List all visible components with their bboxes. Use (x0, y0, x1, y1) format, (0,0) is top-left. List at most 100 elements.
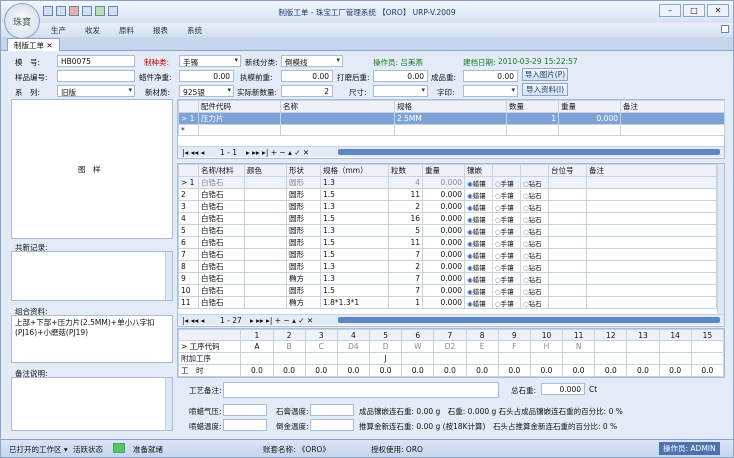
stone-cell[interactable]: 7 (388, 284, 423, 297)
casting-temp-field[interactable] (310, 419, 354, 431)
stone-cell[interactable]: 0.000 (422, 224, 465, 237)
empty-cell[interactable] (548, 236, 587, 249)
stone-cell[interactable]: 0.000 (422, 248, 465, 261)
stone-cell[interactable]: 0.000 (422, 272, 465, 285)
next-page-icon[interactable]: ▸ ▸▸ ▸| + − ▴ ✓ ✕ (246, 148, 309, 157)
stone-cell[interactable]: 5 (388, 224, 423, 237)
stone-cell[interactable]: 圆形 (286, 248, 321, 261)
menu-system[interactable]: 系统 (187, 25, 202, 36)
process-cell[interactable]: 0.0 (690, 364, 725, 377)
stone-cell[interactable]: 1.3 (320, 200, 389, 213)
process-cell[interactable] (626, 340, 660, 353)
empty-cell[interactable] (586, 260, 717, 273)
notes-box[interactable] (11, 377, 173, 431)
stone-cell[interactable]: 0.000 (422, 296, 465, 309)
image-panel[interactable]: 图 样 (11, 99, 173, 239)
process-row-label[interactable]: 工 时 (177, 364, 242, 377)
process-cell[interactable]: 0.0 (369, 364, 403, 377)
stone-cell[interactable]: 6 (178, 236, 199, 249)
sample-number-field[interactable] (57, 70, 135, 82)
inlay-radio[interactable]: ◉蜡镶 (464, 200, 493, 213)
process-cell[interactable] (658, 352, 692, 365)
combo-text-box[interactable]: 上部+下部+压力片(2.5MM)+单小八字扣(PJ16)+小磨菇(PJ19) (11, 315, 173, 363)
empty-cell[interactable] (586, 248, 717, 261)
inlay-radio[interactable]: ○钻石 (520, 224, 549, 237)
process-cell[interactable] (401, 352, 435, 365)
process-cell[interactable]: J (369, 352, 403, 365)
wax-temp-field[interactable] (223, 419, 267, 431)
stone-cell[interactable]: 白锆石 (198, 212, 245, 225)
process-cell[interactable] (690, 340, 725, 353)
empty-cell[interactable] (548, 188, 587, 201)
wax-weight-field[interactable]: 0.00 (179, 70, 234, 82)
stone-cell[interactable]: 7 (178, 248, 199, 261)
empty-cell[interactable] (548, 200, 587, 213)
empty-cell[interactable] (548, 212, 587, 225)
plaster-temp-field[interactable] (310, 404, 354, 416)
process-cell[interactable] (304, 352, 338, 365)
stone-cell[interactable]: 圆形 (286, 260, 321, 273)
empty-cell[interactable] (198, 124, 281, 136)
process-row[interactable]: 附加工序 J (177, 352, 725, 365)
inlay-radio[interactable]: ○钻石 (520, 284, 549, 297)
stone-cell[interactable]: 0.000 (422, 200, 465, 213)
table-row[interactable]: 6 白锆石 圆形 1.5 11 0.000 ◉蜡镶 ○手镶 ○钻石 (178, 236, 717, 249)
stone-cell[interactable]: 椭方 (286, 296, 321, 309)
table-row[interactable]: 8 白锆石 圆形 1.3 2 0.000 ◉蜡镶 ○手镶 ○钻石 (178, 260, 717, 273)
process-cell[interactable]: D4 (336, 340, 371, 353)
import-image-button[interactable]: 导入图片(P) (522, 68, 568, 81)
process-cell[interactable] (240, 352, 274, 365)
tab-zhiban[interactable]: 制版工单 ✕ (7, 38, 60, 51)
process-cell[interactable]: E (465, 340, 499, 353)
inlay-radio[interactable]: ◉蜡镶 (464, 224, 493, 237)
process-cell[interactable]: A (240, 340, 274, 353)
stone-cell[interactable] (244, 224, 287, 237)
parts-cell[interactable] (620, 112, 725, 125)
process-cell[interactable] (272, 352, 306, 365)
process-cell[interactable]: 0.0 (594, 364, 628, 377)
menu-material[interactable]: 原料 (119, 25, 134, 36)
empty-cell[interactable] (548, 272, 587, 285)
stones-hscroll[interactable] (338, 317, 720, 323)
stone-cell[interactable]: 1.8*1.3*1 (320, 296, 389, 309)
inlay-radio[interactable]: ◉蜡镶 (464, 296, 493, 309)
stone-cell[interactable]: 1.3 (320, 272, 389, 285)
help-icon[interactable] (721, 25, 729, 33)
process-cell[interactable]: 0.0 (401, 364, 435, 377)
empty-cell[interactable] (548, 176, 587, 189)
stone-cell[interactable] (244, 260, 287, 273)
stone-cell[interactable]: 白锆石 (198, 284, 245, 297)
stone-cell[interactable]: 7 (388, 272, 423, 285)
stone-cell[interactable]: 圆形 (286, 200, 321, 213)
mold-number-field[interactable]: HB0075 (57, 55, 135, 67)
stone-cell[interactable]: 1.3 (320, 176, 389, 189)
stone-cell[interactable]: 圆形 (286, 212, 321, 225)
post-polish-weight-field[interactable]: 0.00 (373, 70, 428, 82)
stone-cell[interactable]: 0.000 (422, 284, 465, 297)
empty-cell[interactable] (548, 260, 587, 273)
import-data-button[interactable]: 导入资料(I) (522, 83, 568, 96)
empty-cell[interactable] (586, 212, 717, 225)
process-cell[interactable]: 0.0 (336, 364, 371, 377)
inlay-radio[interactable]: ◉蜡镶 (464, 260, 493, 273)
stone-cell[interactable]: 白锆石 (198, 272, 245, 285)
menu-dispatch[interactable]: 收发 (85, 25, 100, 36)
stone-cell[interactable]: 1.5 (320, 212, 389, 225)
total-stone-weight[interactable]: 0.000 (541, 383, 585, 395)
stone-cell[interactable]: 白锆石 (198, 176, 245, 189)
process-cell[interactable] (658, 340, 692, 353)
inlay-radio[interactable]: ○钻石 (520, 296, 549, 309)
process-row[interactable]: 工 时 0.0 0.0 0.0 0.0 0.0 0.0 0.0 0.0 0.0 0.0 0.0 0.0 0… (177, 364, 725, 377)
stone-cell[interactable]: 0.000 (422, 212, 465, 225)
inlay-radio[interactable]: ○手镶 (492, 236, 521, 249)
inlay-radio[interactable]: ◉蜡镶 (464, 248, 493, 261)
stone-cell[interactable]: 圆形 (286, 224, 321, 237)
empty-cell[interactable] (586, 284, 717, 297)
stone-cell[interactable]: 11 (388, 236, 423, 249)
process-row-label[interactable]: 附加工序 (177, 352, 242, 365)
stone-cell[interactable]: 11 (388, 188, 423, 201)
stone-cell[interactable]: 白锆石 (198, 224, 245, 237)
menu-reports[interactable]: 报表 (153, 25, 168, 36)
table-row[interactable]: > 1 压力片 2.5MM 1 0.000 (178, 112, 725, 125)
stone-cell[interactable] (244, 248, 287, 261)
